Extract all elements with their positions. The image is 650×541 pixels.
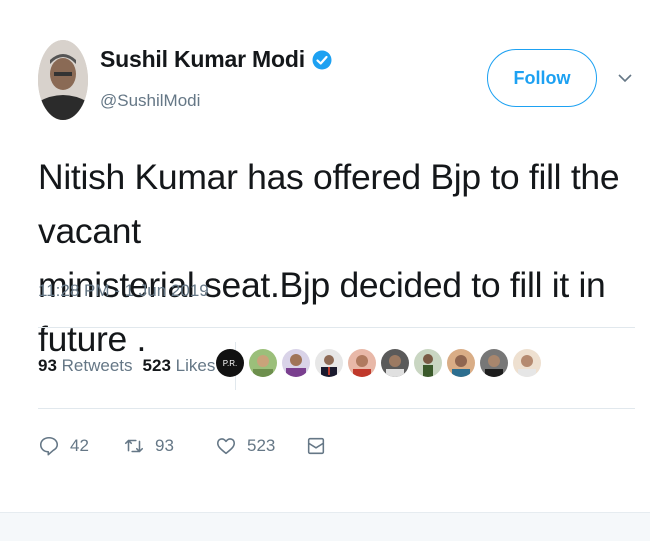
reply-count: 42 [70,436,89,455]
envelope-icon [307,437,325,455]
liker-avatar[interactable] [414,349,442,377]
retweets-label: Retweets [61,356,133,375]
divider [38,327,635,328]
retweets-stat[interactable]: 93 Retweets [38,356,133,404]
reply-area-strip [0,512,650,541]
tweet-timestamp[interactable]: 11:28 PM - 1 Jun 2019 [38,281,209,301]
retweets-count: 93 [38,356,57,375]
avatar[interactable] [38,40,88,120]
liker-avatar[interactable] [282,349,310,377]
author-name-row: Sushil Kumar Modi [100,46,332,73]
author-name[interactable]: Sushil Kumar Modi [100,46,305,73]
follow-button[interactable]: Follow [487,49,597,107]
liker-avatar[interactable] [348,349,376,377]
reply-icon [39,436,59,456]
liker-avatar[interactable] [447,349,475,377]
verified-badge-icon [312,50,332,70]
liker-avatar[interactable] [315,349,343,377]
message-button[interactable] [305,435,327,457]
liker-avatar[interactable] [513,349,541,377]
engagement-stats: 93 Retweets 523 Likes [38,342,237,404]
retweet-icon [124,439,144,453]
like-count: 523 [247,436,276,455]
likes-count: 523 [142,356,171,375]
divider [38,408,635,409]
likes-stat[interactable]: 523 Likes [143,356,216,404]
liker-avatar[interactable] [249,349,277,377]
retweet-count: 93 [155,436,174,455]
tweet-text-line: Nitish Kumar has offered Bjp to fill the… [38,157,620,251]
chevron-down-icon[interactable] [617,70,633,86]
reply-button[interactable]: 42 [38,435,123,457]
like-button[interactable]: 523 [215,435,305,457]
tweet-text: Nitish Kumar has offered Bjp to fill the… [38,150,638,366]
likes-label: Likes [175,356,216,375]
retweet-button[interactable]: 93 [123,435,215,457]
author-handle[interactable]: @SushilModi [100,91,200,111]
liker-avatar[interactable] [381,349,409,377]
likers-avatars: P.R. [216,349,541,377]
tweet-card: Sushil Kumar Modi @SushilModi Follow Nit… [0,0,650,541]
liker-avatar[interactable] [480,349,508,377]
heart-icon [216,438,236,455]
tweet-actions: 42 93 523 [38,435,327,457]
liker-avatar[interactable]: P.R. [216,349,244,377]
